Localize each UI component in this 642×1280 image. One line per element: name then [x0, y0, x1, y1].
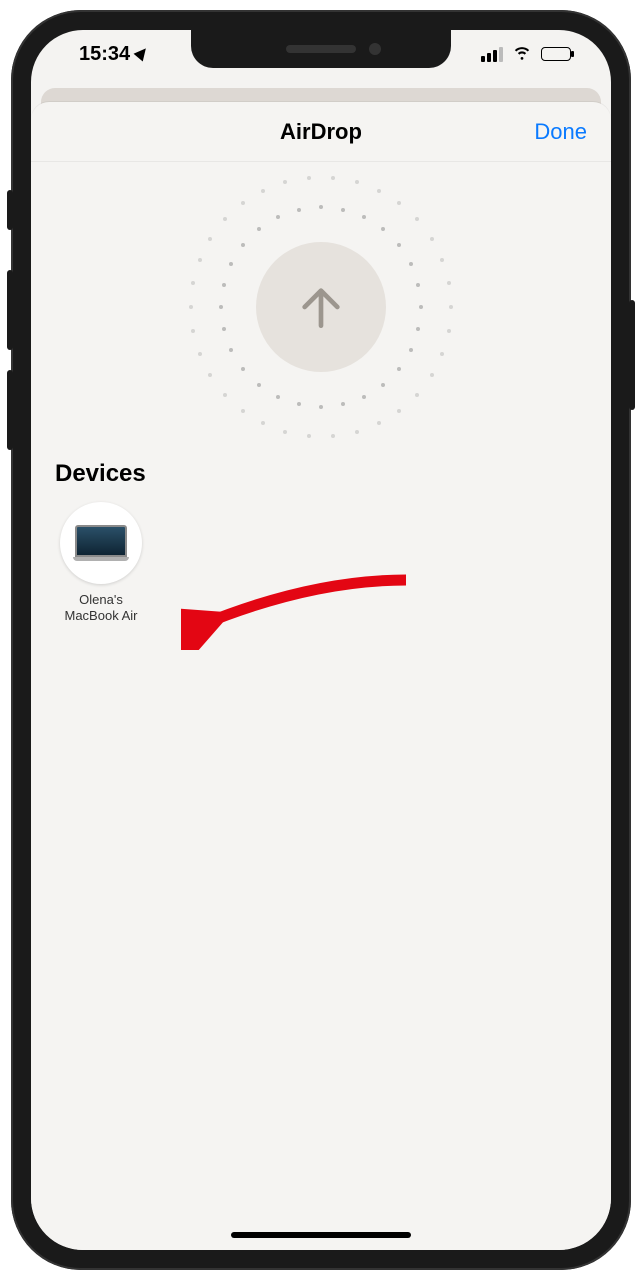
device-list: Olena's MacBook Air [31, 488, 611, 639]
phone-frame: 15:34 AirDrop Done [11, 10, 631, 1270]
device-label: Olena's MacBook Air [65, 592, 138, 625]
sheet-title: AirDrop [280, 119, 362, 145]
home-indicator[interactable] [231, 1232, 411, 1238]
devices-heading: Devices [31, 460, 611, 488]
sheet-header: AirDrop Done [31, 102, 611, 162]
location-icon [134, 45, 151, 62]
volume-down-button [7, 370, 13, 450]
power-button [629, 300, 635, 410]
cellular-signal-icon [481, 47, 503, 62]
wifi-icon [511, 40, 533, 68]
done-button[interactable]: Done [534, 119, 587, 145]
notch [191, 30, 451, 68]
share-up-icon [256, 242, 386, 372]
status-time: 15:34 [79, 43, 130, 66]
device-avatar [60, 502, 142, 584]
airdrop-radar [31, 162, 611, 452]
screen: 15:34 AirDrop Done [31, 30, 611, 1250]
battery-icon [541, 47, 571, 61]
airdrop-device[interactable]: Olena's MacBook Air [55, 502, 147, 625]
airdrop-sheet: AirDrop Done Devices [31, 102, 611, 1250]
mute-switch [7, 190, 13, 230]
macbook-icon [73, 525, 129, 561]
volume-up-button [7, 270, 13, 350]
